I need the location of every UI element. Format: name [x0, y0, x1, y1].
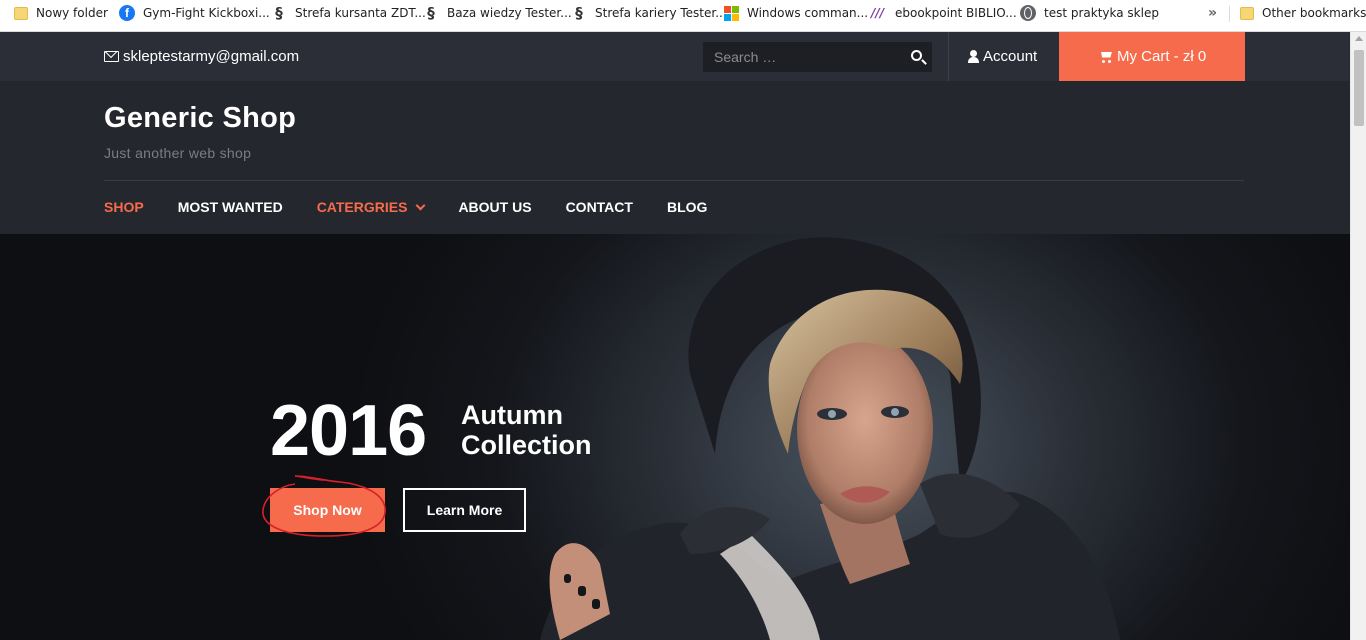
- bookmark-ebookpoint[interactable]: /// ebookpoint BIBLIO...: [871, 0, 1017, 26]
- hero-title-line-1: Autumn: [461, 400, 563, 430]
- nav-item-most-wanted[interactable]: MOST WANTED: [178, 199, 283, 215]
- cart-button[interactable]: My Cart - zł 0: [1059, 32, 1245, 81]
- globe-icon: [1020, 5, 1036, 21]
- cart-label: My Cart - zł 0: [1117, 48, 1207, 65]
- bookmark-strefa-kariery[interactable]: § Strefa kariery Tester...: [571, 0, 727, 26]
- other-bookmarks-label: Other bookmarks: [1262, 6, 1366, 20]
- topbar-divider: [948, 32, 949, 81]
- bookmarks-bar: Nowy folder f Gym-Fight Kickboxi... § St…: [0, 0, 1366, 32]
- hero-title: Autumn Collection: [461, 400, 621, 460]
- bookmark-gym-fight[interactable]: f Gym-Fight Kickboxi...: [119, 0, 270, 26]
- header-divider: [104, 180, 1244, 181]
- nav-item-categories[interactable]: CATERGRIES: [316, 199, 426, 215]
- user-icon: [968, 50, 979, 63]
- account-link[interactable]: Account: [968, 48, 1037, 65]
- bookmark-label: ebookpoint BIBLIO...: [895, 6, 1017, 20]
- bookmark-label: Strefa kariery Tester...: [595, 6, 727, 20]
- shopping-cart-icon: [1099, 51, 1113, 63]
- search-input[interactable]: [703, 49, 893, 65]
- nav-item-blog[interactable]: BLOG: [667, 199, 707, 215]
- folder-icon: [14, 6, 28, 20]
- bookmark-baza-wiedzy[interactable]: § Baza wiedzy Tester...: [423, 0, 572, 26]
- contact-email-link[interactable]: skleptestarmy@gmail.com: [104, 48, 299, 65]
- hero-title-line-2: Collection: [461, 430, 592, 460]
- bookmark-label: Windows comman...: [747, 6, 869, 20]
- bookmark-windows-commands[interactable]: Windows comman...: [724, 0, 868, 26]
- nav-item-contact[interactable]: CONTACT: [566, 199, 633, 215]
- s-logo-icon: §: [427, 4, 435, 22]
- bookmark-label: Strefa kursanta ZDT...: [295, 6, 426, 20]
- s-logo-icon: §: [575, 4, 583, 22]
- shop-now-button[interactable]: Shop Now: [270, 488, 385, 532]
- bookmark-nowy-folder[interactable]: Nowy folder: [14, 0, 108, 26]
- hero-year: 2016: [270, 391, 427, 471]
- bookmark-label: Baza wiedzy Tester...: [447, 6, 572, 20]
- nav-item-about-us[interactable]: ABOUT US: [458, 199, 531, 215]
- account-label: Account: [983, 48, 1038, 65]
- search-icon[interactable]: [911, 50, 922, 61]
- site-tagline: Just another web shop: [104, 145, 252, 161]
- bookmark-test-praktyka[interactable]: test praktyka sklep: [1020, 0, 1159, 26]
- top-bar: skleptestarmy@gmail.com Account My Cart …: [0, 32, 1350, 81]
- page-scrollbar[interactable]: [1350, 32, 1366, 640]
- windows-icon: [724, 5, 739, 21]
- bookmark-label: Nowy folder: [36, 6, 108, 20]
- ebookpoint-icon: ///: [871, 6, 885, 20]
- s-logo-icon: §: [275, 4, 283, 22]
- bookmark-strefa-kursanta[interactable]: § Strefa kursanta ZDT...: [271, 0, 426, 26]
- bookmarks-divider: [1229, 6, 1230, 22]
- other-bookmarks[interactable]: Other bookmarks: [1240, 0, 1366, 26]
- search-box: [703, 42, 932, 72]
- nav-item-shop[interactable]: SHOP: [104, 199, 144, 215]
- web-page: skleptestarmy@gmail.com Account My Cart …: [0, 32, 1350, 640]
- more-bookmarks-button[interactable]: »: [1208, 5, 1217, 21]
- folder-icon: [1240, 6, 1254, 20]
- scrollbar-thumb[interactable]: [1354, 50, 1364, 126]
- hero-banner: 2016 Autumn Collection Shop Now Learn Mo…: [0, 234, 1350, 640]
- main-nav: SHOP MOST WANTED CATERGRIES ABOUT US CON…: [104, 199, 741, 215]
- envelope-icon: [104, 51, 119, 62]
- email-text: skleptestarmy@gmail.com: [123, 48, 300, 65]
- scroll-up-icon[interactable]: [1355, 36, 1363, 41]
- bookmark-label: Gym-Fight Kickboxi...: [143, 6, 270, 20]
- bookmark-label: test praktyka sklep: [1044, 6, 1159, 20]
- site-title[interactable]: Generic Shop: [104, 102, 296, 135]
- chevron-down-icon: [415, 200, 426, 210]
- facebook-icon: f: [119, 5, 135, 21]
- learn-more-button[interactable]: Learn More: [403, 488, 526, 532]
- nav-item-categories-label: CATERGRIES: [316, 199, 408, 215]
